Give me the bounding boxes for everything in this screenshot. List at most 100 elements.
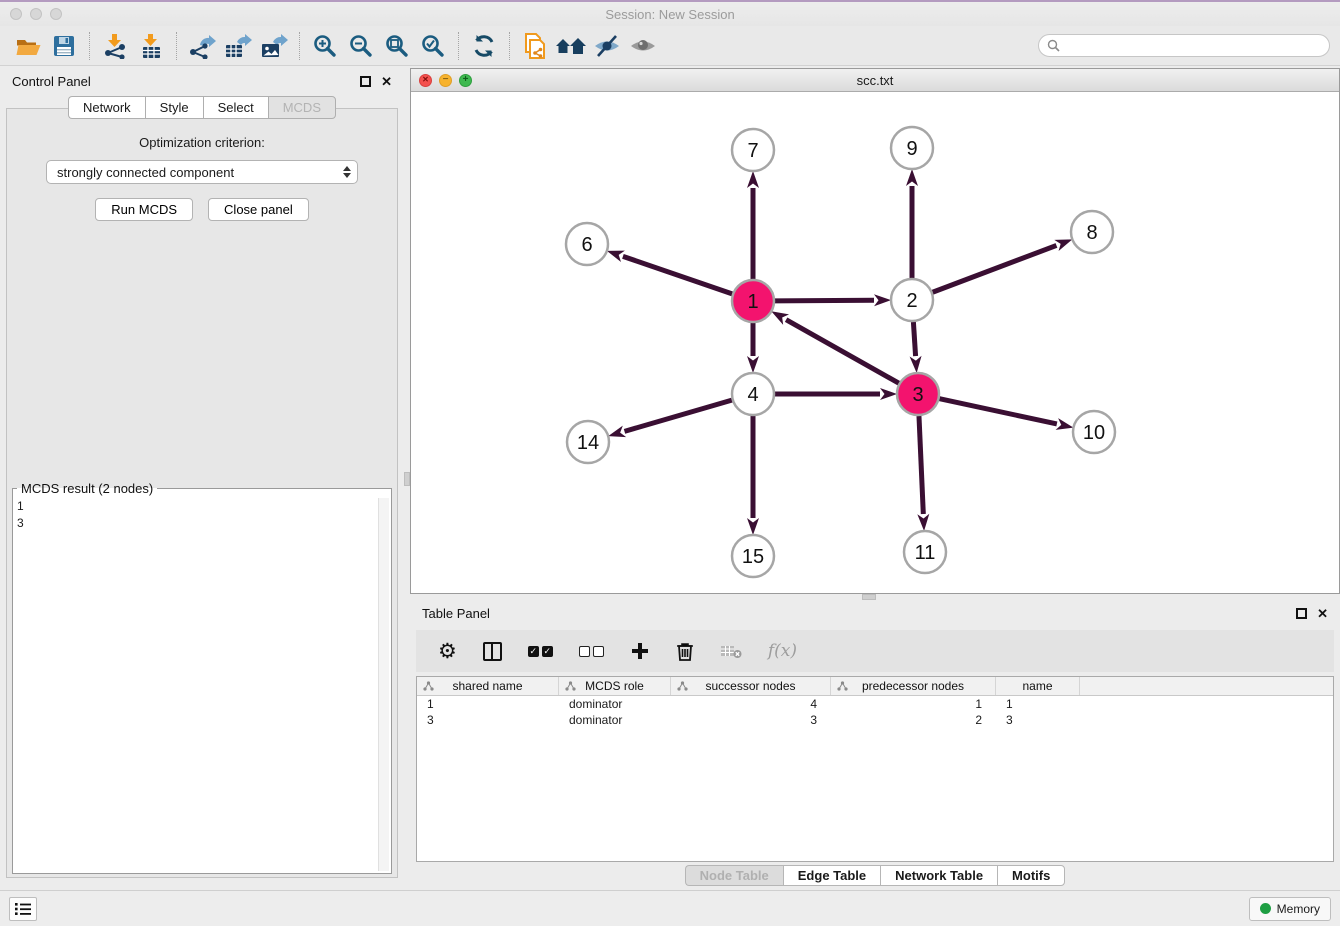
network-view-window: scc.txt 7968124314101511 (410, 68, 1340, 594)
select-all-columns-icon[interactable] (528, 646, 553, 657)
col-name[interactable]: name (996, 677, 1080, 695)
table-settings-icon[interactable] (438, 639, 457, 664)
run-mcds-button[interactable]: Run MCDS (95, 198, 193, 221)
svg-text:1: 1 (747, 291, 758, 313)
window-title: Session: New Session (0, 7, 1340, 22)
search-field[interactable] (1038, 34, 1330, 57)
tab-network-table[interactable]: Network Table (880, 865, 997, 886)
save-session-icon[interactable] (46, 30, 82, 62)
cell[interactable]: 3 (417, 712, 559, 728)
cell[interactable]: 1 (831, 696, 996, 712)
cell[interactable]: 3 (671, 712, 831, 728)
column-label: MCDS role (585, 679, 644, 693)
home-layout-icon[interactable] (553, 30, 589, 62)
deselect-all-columns-icon[interactable] (579, 646, 604, 657)
svg-text:15: 15 (742, 546, 764, 568)
col-shared-name[interactable]: shared name (417, 677, 559, 695)
table-panel-title: Table Panel (422, 606, 490, 621)
col-successor-nodes[interactable]: successor nodes (671, 677, 831, 695)
export-image-icon[interactable] (256, 30, 292, 62)
cell[interactable]: 3 (996, 712, 1080, 728)
table-header-row: shared name MCDS role successor nodes pr… (417, 677, 1333, 696)
svg-text:10: 10 (1083, 422, 1105, 444)
task-history-button[interactable] (9, 897, 37, 921)
result-scrollbar[interactable] (378, 498, 389, 871)
cell[interactable]: dominator (559, 696, 671, 712)
cell[interactable]: 4 (671, 696, 831, 712)
optimization-criterion-label: Optimization criterion: (7, 135, 397, 150)
cell[interactable]: 1 (996, 696, 1080, 712)
add-row-icon[interactable] (630, 641, 650, 661)
column-label: shared name (452, 679, 522, 693)
column-type-icon (565, 681, 576, 691)
window-titlebar: Session: New Session (0, 2, 1340, 26)
zoom-out-icon[interactable] (343, 30, 379, 62)
show-graphics-details-icon[interactable] (625, 30, 661, 62)
control-panel: Control Panel Network Style Select MCDS … (0, 68, 404, 890)
mcds-result-list[interactable]: 1 3 (17, 498, 377, 871)
status-bar: Memory (0, 890, 1340, 926)
select-stepper-icon (343, 166, 351, 178)
table-toolbar: f(x) (416, 630, 1334, 672)
tab-edge-table[interactable]: Edge Table (783, 865, 880, 886)
toolbar-separator (89, 32, 90, 60)
close-table-panel-icon[interactable] (1317, 607, 1328, 620)
tab-node-table[interactable]: Node Table (685, 865, 783, 886)
svg-text:14: 14 (577, 432, 599, 454)
column-label: predecessor nodes (862, 679, 964, 693)
import-table-icon[interactable] (133, 30, 169, 62)
search-input[interactable] (1065, 39, 1321, 53)
export-network-icon[interactable] (184, 30, 220, 62)
export-table-icon[interactable] (220, 30, 256, 62)
zoom-fit-icon[interactable] (379, 30, 415, 62)
svg-text:3: 3 (912, 384, 923, 406)
search-icon (1047, 39, 1060, 52)
network-graph[interactable]: 7968124314101511 (411, 92, 1339, 593)
cell[interactable]: 2 (831, 712, 996, 728)
duplicate-network-icon[interactable] (517, 30, 553, 62)
close-panel-icon[interactable] (381, 75, 392, 88)
toolbar-separator (299, 32, 300, 60)
table-row[interactable]: 3 dominator 3 2 3 (417, 712, 1333, 728)
svg-text:7: 7 (747, 140, 758, 162)
memory-button[interactable]: Memory (1249, 897, 1331, 921)
svg-text:9: 9 (906, 138, 917, 160)
network-canvas[interactable]: 7968124314101511 (411, 92, 1339, 593)
col-predecessor-nodes[interactable]: predecessor nodes (831, 677, 996, 695)
tab-mcds[interactable]: MCDS (268, 96, 336, 119)
float-panel-icon[interactable] (360, 76, 371, 87)
float-table-panel-icon[interactable] (1296, 608, 1307, 619)
col-mcds-role[interactable]: MCDS role (559, 677, 671, 695)
tab-style[interactable]: Style (145, 96, 203, 119)
function-builder-icon[interactable]: f(x) (768, 641, 797, 661)
tab-network[interactable]: Network (68, 96, 145, 119)
svg-text:2: 2 (906, 290, 917, 312)
criterion-selected-value: strongly connected component (57, 165, 343, 180)
network-window-titlebar[interactable]: scc.txt (411, 69, 1339, 92)
cell[interactable]: dominator (559, 712, 671, 728)
delete-row-icon[interactable] (676, 641, 694, 661)
criterion-select[interactable]: strongly connected component (46, 160, 358, 184)
col-filler (1080, 677, 1333, 695)
open-session-icon[interactable] (10, 30, 46, 62)
zoom-in-icon[interactable] (307, 30, 343, 62)
table-row[interactable]: 1 dominator 4 1 1 (417, 696, 1333, 712)
svg-text:6: 6 (581, 234, 592, 256)
show-columns-icon[interactable] (483, 642, 502, 661)
close-panel-button[interactable]: Close panel (208, 198, 309, 221)
zoom-selected-icon[interactable] (415, 30, 451, 62)
mcds-result-line: 3 (17, 515, 377, 532)
import-network-icon[interactable] (97, 30, 133, 62)
node-table: shared name MCDS role successor nodes pr… (416, 676, 1334, 862)
cell-filler (1080, 696, 1333, 712)
column-label: name (1022, 679, 1052, 693)
control-panel-tabs: Network Style Select MCDS (0, 96, 404, 119)
memory-status-icon (1260, 903, 1271, 914)
tab-select[interactable]: Select (203, 96, 268, 119)
refresh-view-icon[interactable] (466, 30, 502, 62)
column-type-icon (423, 681, 434, 691)
tab-motifs[interactable]: Motifs (997, 865, 1065, 886)
delete-table-icon[interactable] (720, 643, 742, 659)
cell[interactable]: 1 (417, 696, 559, 712)
hide-graphics-details-icon[interactable] (589, 30, 625, 62)
